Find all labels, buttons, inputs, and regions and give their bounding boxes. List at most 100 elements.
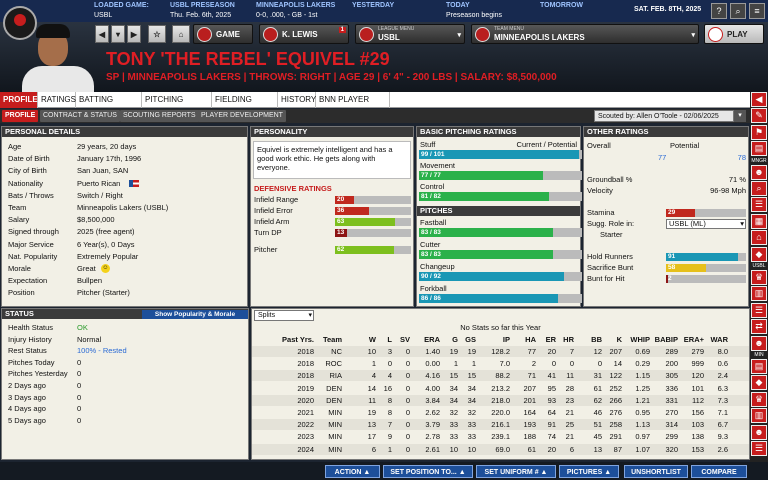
person-icon[interactable]: ☻	[751, 164, 767, 180]
set-uniform-button[interactable]: SET UNIFORM # ▲	[476, 465, 556, 478]
pencil-icon[interactable]: ✎	[751, 108, 767, 124]
detail-value[interactable]: Minneapolis Lakers (USBL)	[77, 202, 168, 213]
column-header[interactable]: Team	[316, 334, 342, 345]
column-header[interactable]: BABIP	[652, 334, 678, 345]
tab-fielding-stats[interactable]: FIELDING STATS	[212, 92, 278, 120]
table-cell: MIN	[328, 408, 342, 417]
happy-face-icon: ☺	[101, 264, 110, 273]
tab-batting-stats[interactable]: BATTING STATS	[76, 92, 142, 120]
subtab-contract-status[interactable]: CONTRACT & STATUS	[40, 110, 120, 122]
table-row[interactable]: 2021 MIN 19 8 0 2.62 32 32 220.0 164 64 21 46 276 0.95…	[252, 407, 749, 418]
menu-icon[interactable]: ≡	[749, 3, 765, 19]
trophy-icon[interactable]: ♛	[751, 391, 767, 407]
show-popularity-button[interactable]: Show Popularity & Morale	[142, 310, 248, 319]
column-header[interactable]: GS	[450, 334, 476, 345]
game-button[interactable]: GAME	[193, 24, 253, 44]
defensive-label: Infield Range	[254, 195, 299, 204]
table-row[interactable]: 2018RIA (AAA)4404.16151588.2714111311221…	[252, 370, 749, 391]
trophy-icon[interactable]: ♛	[751, 270, 767, 285]
subtab-player-development[interactable]: PLAYER DEVELOPMENT	[198, 110, 286, 122]
league-menu-button[interactable]: LEAGUE MENU USBL ▾	[355, 24, 465, 44]
help-icon[interactable]: ?	[711, 3, 727, 19]
chevron-down-icon[interactable]: ▾	[734, 110, 746, 122]
preseason-label: USBL PRESEASON	[170, 2, 235, 9]
tab-bnn-player-page[interactable]: BNN PLAYER PAGE	[316, 92, 390, 120]
search-icon[interactable]: ⌕	[730, 3, 746, 19]
next-date[interactable]: SAT. FEB. 8TH, 2025	[634, 5, 701, 15]
table-cell: 21	[565, 408, 574, 417]
table-row[interactable]: 2020 DEN 11 8 0 3.84 34 34 218.0 201 93 23 62 266 1.21…	[252, 394, 749, 406]
forward-button[interactable]: ▶	[127, 25, 141, 43]
people-icon[interactable]: ☻	[751, 335, 767, 351]
flag-icon[interactable]: ⚑	[751, 124, 767, 140]
detail-label: Expectation	[8, 276, 48, 286]
table-row[interactable]: 2018NC (COL)10301.401919128.277207122070…	[252, 346, 749, 367]
chart-icon[interactable]: ▥	[751, 286, 767, 302]
calendar-icon[interactable]: ▦	[751, 213, 767, 229]
tab-ratings[interactable]: RATINGS	[38, 92, 76, 108]
set-position-button[interactable]: SET POSITION TO... ▲	[383, 465, 473, 478]
unshortlist-button[interactable]: UNSHORTLIST	[624, 465, 688, 478]
tab-history[interactable]: HISTORY	[278, 92, 316, 108]
column-header[interactable]: ERA+	[678, 334, 704, 345]
status-row: 5 Days ago 0	[5, 415, 245, 426]
tab-profile[interactable]: PROFILE	[0, 92, 38, 108]
home-icon[interactable]: ⌂	[751, 230, 767, 246]
table-cell: 32	[467, 408, 476, 417]
search-icon[interactable]: ⌕	[751, 181, 767, 196]
column-header[interactable]: IP	[484, 334, 510, 345]
detail-label: Bats / Throws	[8, 190, 54, 200]
today[interactable]: TODAY Preseason begins	[446, 1, 502, 21]
pitch-bar: 90 / 92	[419, 272, 582, 281]
table-row[interactable]: 2019 DEN 14 16 0 4.00 34 34 213.2 207 95 28 61 252 1.2…	[252, 382, 749, 394]
table-row[interactable]: 2024 MIN 6 1 0 2.61 10 10 69.0 61 20 6 13 87 1.07 320 15…	[252, 443, 749, 455]
table-cell: 87	[613, 444, 622, 454]
column-header[interactable]: SV	[384, 334, 410, 345]
home-icon[interactable]: ⌂	[172, 25, 190, 43]
pictures-button[interactable]: PICTURES ▲	[559, 465, 619, 478]
column-header[interactable]: HR	[548, 334, 574, 345]
table-row[interactable]: 2022 MIN 13 7 0 3.79 33 33 216.1 193 91 25 51 258 1.13…	[252, 419, 749, 431]
diamond-icon[interactable]: ◆	[751, 375, 767, 391]
compare-button[interactable]: COMPARE	[691, 465, 747, 478]
loaded-game-value: USBL	[94, 12, 113, 19]
pitch-label: Fastball	[420, 218, 447, 227]
star-icon[interactable]: ☆	[148, 25, 166, 43]
sugg-role-value: USBL (ML)	[669, 219, 706, 228]
diamond-icon[interactable]: ◆	[751, 246, 767, 262]
column-header[interactable]: WAR	[702, 334, 729, 345]
column-header[interactable]: K	[596, 334, 622, 345]
chart-icon[interactable]: ▥	[751, 408, 767, 424]
table-cell: 7.1	[717, 408, 728, 417]
manager-button[interactable]: K. LEWIS 1	[259, 24, 349, 44]
column-header[interactable]: Past Yrs.	[252, 334, 314, 345]
transfer-icon[interactable]: ⇄	[751, 319, 767, 335]
column-header[interactable]: WHIP	[624, 334, 650, 345]
team-menu-button[interactable]: TEAM MENU MINNEAPOLIS LAKERS ▾	[471, 24, 699, 44]
clipboard-icon[interactable]: ▤	[751, 141, 767, 157]
subtab-profile[interactable]: PROFILE	[2, 110, 39, 122]
sugg-role-select[interactable]: USBL (ML) ▾	[666, 219, 746, 229]
tomorrow[interactable]: TOMORROW	[540, 1, 583, 11]
team-record[interactable]: MINNEAPOLIS LAKERS 0-0, .000, - GB - 1st	[256, 1, 335, 21]
clipboard-icon[interactable]: ▤	[751, 359, 767, 374]
detail-row: Expectation Bullpen	[5, 275, 245, 286]
tab-pitching-stats[interactable]: PITCHING STATS	[142, 92, 212, 120]
splits-select[interactable]: Splits ▾	[254, 310, 314, 321]
play-button[interactable]: PLAY	[704, 24, 764, 44]
chevron-left-icon[interactable]: ◀	[751, 92, 767, 107]
back-button[interactable]: ◀	[95, 25, 109, 43]
history-dropdown[interactable]: ▾	[111, 25, 125, 43]
list-icon[interactable]: ☰	[751, 441, 767, 456]
yesterday[interactable]: YESTERDAY	[352, 1, 394, 11]
list-icon[interactable]: ☰	[751, 302, 767, 318]
users-icon[interactable]: ☰	[751, 197, 767, 213]
panel-title: BASIC PITCHING RATINGS	[417, 127, 580, 137]
table-row[interactable]: 2018ROC (R)1000.00117.02000140.292009990…	[252, 358, 749, 379]
table-row[interactable]: 2023 MIN 17 9 0 2.78 33 33 239.1 188 74 21 45 291 0.97…	[252, 431, 749, 443]
people-icon[interactable]: ☻	[751, 424, 767, 440]
action-button[interactable]: ACTION ▲	[325, 465, 380, 478]
subtab-scouting-reports[interactable]: SCOUTING REPORTS	[120, 110, 199, 122]
control-bar: 81 / 82	[419, 192, 582, 201]
scout-select[interactable]: Scouted by: Allen O'Toole - 02/06/2025	[594, 110, 734, 122]
